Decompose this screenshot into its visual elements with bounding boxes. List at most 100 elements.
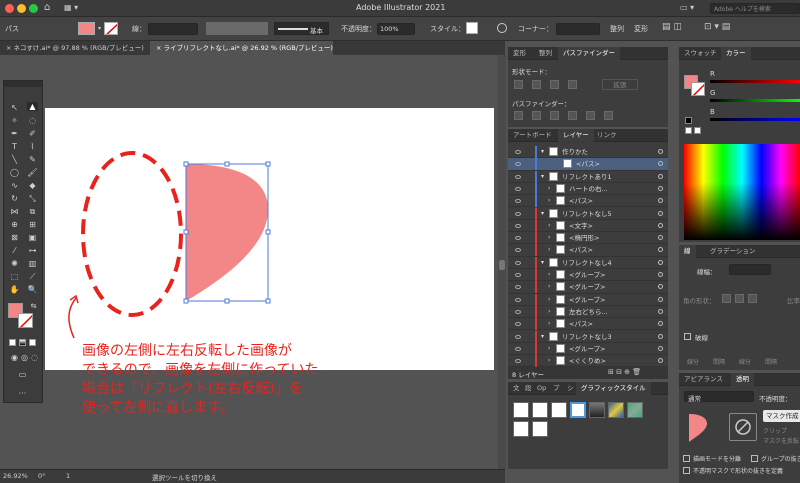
tab-transparency[interactable]: 透明 — [731, 373, 754, 386]
tab-close-icon[interactable]: × — [156, 44, 164, 52]
help-search-input[interactable]: Adobe ヘルプを検索 — [710, 3, 800, 14]
color-spectrum[interactable] — [684, 144, 800, 240]
selection-handle[interactable] — [183, 298, 189, 304]
layer-row[interactable]: › ハートの右... — [508, 182, 668, 196]
zoom-window-button[interactable] — [29, 4, 38, 13]
expand-arrow-icon[interactable]: › — [548, 232, 550, 244]
style-swatch[interactable] — [532, 402, 548, 418]
graphic-style-swatch[interactable] — [466, 22, 478, 34]
expand-arrow-icon[interactable]: ▾ — [541, 146, 544, 158]
visibility-eye-icon[interactable] — [515, 186, 521, 191]
expand-button[interactable]: 拡張 — [602, 79, 638, 90]
layer-row[interactable]: › <グループ> — [508, 293, 668, 306]
eraser-icon[interactable]: ◆ — [27, 181, 38, 190]
tab-document-2[interactable]: × ライブリフレクトなし.ai* @ 26.92 % (RGB/プレビュー) — [150, 41, 333, 55]
visibility-eye-icon[interactable] — [515, 285, 521, 290]
artboard-number[interactable]: 1 — [66, 472, 70, 480]
style-swatch[interactable] — [532, 421, 548, 437]
dash-checkbox[interactable] — [684, 333, 691, 340]
layer-row[interactable]: <パス> — [508, 158, 668, 171]
expand-arrow-icon[interactable]: ▾ — [541, 331, 544, 343]
paintbrush-icon[interactable]: 🖌 — [27, 168, 38, 177]
magic-wand-icon[interactable]: ✧ — [9, 116, 20, 125]
selection-handle[interactable] — [224, 298, 230, 304]
tab-appearance[interactable]: アピアランス — [679, 373, 728, 386]
target-circle-icon[interactable] — [658, 210, 663, 216]
align-button[interactable]: 整列 — [610, 24, 624, 34]
color-stroke-box[interactable] — [691, 82, 705, 96]
layer-row[interactable]: › <パス> — [508, 318, 668, 331]
crop-icon[interactable] — [568, 111, 577, 120]
target-circle-icon[interactable] — [658, 185, 663, 191]
merge-icon[interactable] — [550, 111, 559, 120]
visibility-eye-icon[interactable] — [515, 236, 521, 241]
expand-arrow-icon[interactable]: › — [548, 269, 550, 281]
target-circle-icon[interactable] — [658, 284, 663, 290]
layer-row[interactable]: › <ぐくりめ> — [508, 355, 668, 368]
b-slider[interactable] — [710, 118, 800, 121]
opacity-mask-knockout-checkbox[interactable] — [683, 467, 690, 474]
stroke-weight-field[interactable] — [729, 264, 771, 275]
tab-artboards[interactable]: アートボード — [508, 129, 557, 142]
target-circle-icon[interactable] — [658, 272, 663, 277]
divide-icon[interactable] — [514, 111, 523, 120]
visibility-eye-icon[interactable] — [515, 346, 521, 351]
perspective-grid-icon[interactable]: ⊞ — [27, 220, 38, 229]
layer-row[interactable]: ▾ リフレクトなし4 — [508, 256, 668, 269]
target-circle-icon[interactable] — [658, 247, 663, 253]
fill-dropdown-icon[interactable]: ▾ — [98, 25, 101, 32]
style-swatch[interactable] — [608, 402, 624, 418]
dashed-ellipse[interactable] — [81, 151, 183, 317]
gradient-tool-icon[interactable]: ▣ — [27, 233, 38, 242]
direct-selection-tool-icon[interactable]: ↖ — [9, 103, 20, 112]
selection-handle[interactable] — [224, 161, 230, 167]
mesh-tool-icon[interactable]: ⊠ — [9, 233, 20, 242]
visibility-eye-icon[interactable] — [515, 322, 521, 327]
type-tool-icon[interactable]: T — [9, 142, 20, 151]
layer-row[interactable]: ▾ リフレクトなし5 — [508, 207, 668, 220]
layer-row[interactable]: › <楕円形> — [508, 232, 668, 245]
expand-arrow-icon[interactable]: ▾ — [541, 257, 544, 269]
isolate-blending-checkbox[interactable] — [683, 455, 690, 462]
blend-mode-select[interactable]: 通常 — [684, 391, 754, 403]
stroke-color-box[interactable] — [18, 313, 33, 328]
r-slider[interactable] — [710, 80, 800, 83]
visibility-eye-icon[interactable] — [515, 162, 521, 167]
black-swatch[interactable] — [685, 117, 692, 124]
blend-tool-icon[interactable]: ⊶ — [27, 246, 38, 255]
zoom-level[interactable]: 26.92% — [3, 472, 28, 480]
style-swatch[interactable] — [589, 402, 605, 418]
style-swatch[interactable] — [570, 402, 586, 418]
canvas-vertical-scrollbar[interactable] — [498, 55, 506, 469]
tab-close-icon[interactable]: × — [6, 44, 14, 52]
target-circle-icon[interactable] — [658, 198, 663, 204]
selection-handle[interactable] — [183, 161, 189, 167]
curvature-tool-icon[interactable]: ✐ — [27, 129, 38, 138]
tab-gradient[interactable]: グラデーション — [705, 245, 760, 258]
home-icon[interactable]: ⌂ — [44, 2, 50, 13]
visibility-eye-icon[interactable] — [515, 211, 521, 216]
outline-icon[interactable] — [586, 111, 595, 120]
selection-handle[interactable] — [265, 161, 271, 167]
edit-toolbar-icon[interactable]: ··· — [17, 389, 28, 398]
visibility-eye-icon[interactable] — [515, 359, 521, 364]
shape-icon[interactable]: ▤ ◫ — [662, 22, 682, 32]
symbol-sprayer-icon[interactable]: ✺ — [9, 259, 20, 268]
expand-arrow-icon[interactable]: › — [548, 281, 550, 293]
style-swatch[interactable] — [551, 402, 567, 418]
tab-layers[interactable]: レイヤー — [558, 129, 594, 142]
tab-color[interactable]: カラー — [721, 47, 751, 60]
swap-fill-stroke-icon[interactable]: ⇆ — [28, 302, 39, 311]
draw-inside-icon[interactable]: ◌ — [29, 353, 40, 362]
target-circle-icon[interactable] — [658, 333, 663, 339]
selection-handle[interactable] — [265, 298, 271, 304]
white-swatch[interactable] — [694, 127, 701, 134]
artboard-tool-icon[interactable]: ⬚ — [9, 272, 20, 281]
rotate-tool-icon[interactable]: ↻ — [9, 194, 20, 203]
g-slider[interactable] — [710, 99, 800, 102]
rotation-angle[interactable]: 0° — [38, 472, 45, 480]
trim-icon[interactable] — [532, 111, 541, 120]
hand-tool-icon[interactable]: ✋ — [9, 285, 20, 294]
expand-arrow-icon[interactable]: › — [548, 355, 550, 367]
target-circle-icon[interactable] — [658, 222, 663, 228]
